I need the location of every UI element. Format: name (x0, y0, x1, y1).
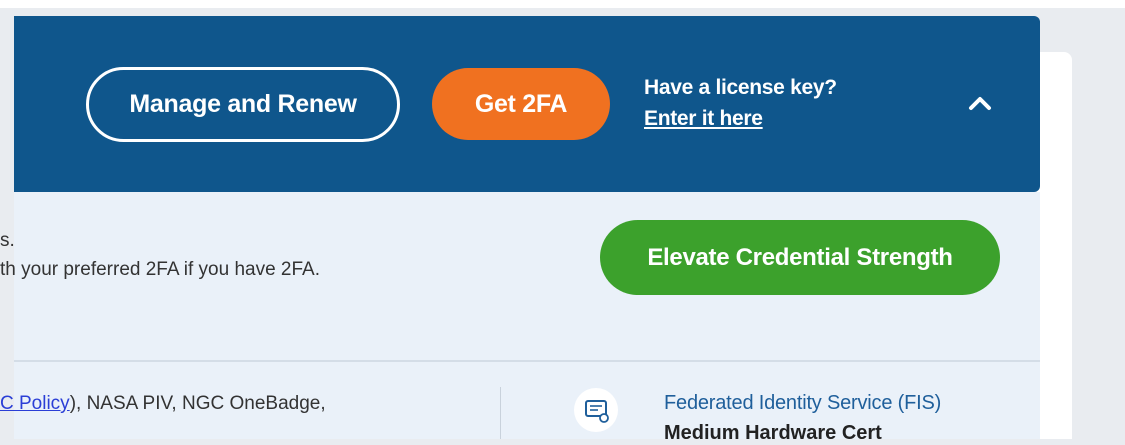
credential-list-rest: ), NASA PIV, NGC OneBadge, (69, 393, 326, 414)
enter-license-link[interactable]: Enter it here (644, 107, 763, 131)
column-divider (500, 387, 501, 439)
chevron-up-icon[interactable] (966, 93, 994, 113)
credential-list-text: C Policy), NASA PIV, NGC OneBadge, (0, 393, 326, 415)
manage-and-renew-button[interactable]: Manage and Renew (86, 67, 400, 142)
cert-type-label: Medium Hardware Cert (664, 422, 882, 444)
info-text-line2: th your preferred 2FA if you have 2FA. (0, 259, 321, 280)
section-divider (14, 360, 1040, 362)
top-strip (0, 0, 1125, 8)
policy-link[interactable]: C Policy (0, 393, 70, 414)
cert-provider-title[interactable]: Federated Identity Service (FIS) (664, 392, 941, 415)
certificate-icon (574, 388, 618, 432)
license-key-question: Have a license key? (644, 76, 837, 99)
info-text-line1: s. (0, 230, 15, 251)
get-2fa-button[interactable]: Get 2FA (432, 68, 610, 140)
elevate-credential-strength-button[interactable]: Elevate Credential Strength (600, 220, 1000, 295)
